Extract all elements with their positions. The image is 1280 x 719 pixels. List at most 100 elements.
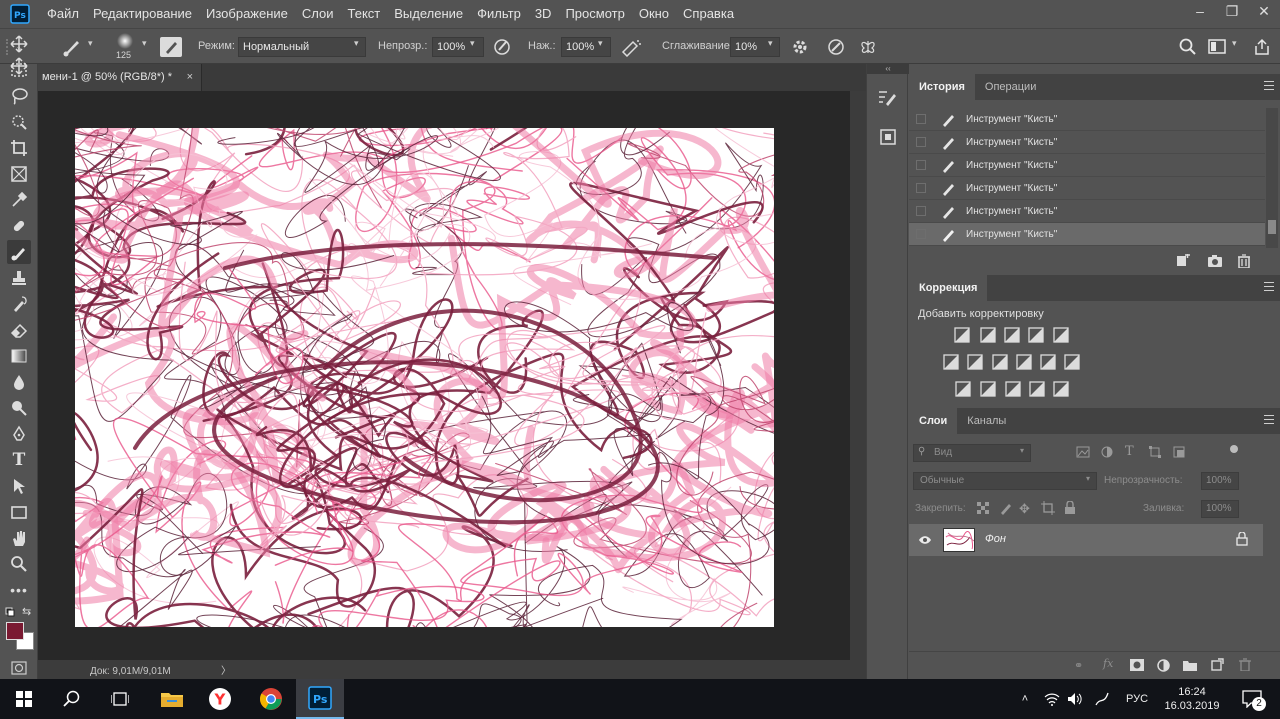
filter-type-icon[interactable]: T	[1125, 444, 1134, 459]
eraser-icon[interactable]	[9, 320, 29, 340]
zoom-icon[interactable]	[9, 554, 29, 574]
menu-select[interactable]: Выделение	[387, 0, 470, 28]
brush-settings-icon[interactable]	[877, 88, 899, 111]
eye-visibility-icon[interactable]	[918, 534, 932, 548]
photoshop-taskbar-icon[interactable]: Ps	[296, 679, 344, 719]
yandex-browser-icon[interactable]: Y	[196, 679, 244, 719]
restore-icon[interactable]: ❐	[1216, 0, 1248, 22]
frame-tool-icon[interactable]	[9, 164, 29, 184]
new-document-from-state-icon[interactable]	[1175, 253, 1191, 271]
fill-field[interactable]: 100%	[1201, 500, 1239, 518]
add-mask-icon[interactable]	[1130, 659, 1144, 674]
tab-actions[interactable]: Операции	[975, 74, 1046, 100]
history-checkbox[interactable]	[916, 206, 926, 216]
rectangle-shape-icon[interactable]	[9, 502, 29, 522]
lasso-icon[interactable]	[9, 86, 29, 106]
history-item[interactable]: Инструмент "Кисть"	[909, 131, 1265, 154]
search-icon[interactable]	[48, 679, 96, 719]
file-explorer-icon[interactable]	[148, 679, 196, 719]
history-item[interactable]: Инструмент "Кисть"	[909, 154, 1265, 177]
chevron-down-icon[interactable]: ▾	[1232, 38, 1237, 49]
symmetry-butterfly-icon[interactable]	[858, 37, 878, 60]
brush-tool-icon[interactable]	[7, 240, 31, 264]
opacity-field[interactable]: 100%	[432, 37, 484, 57]
brush-tool-preset-icon[interactable]	[60, 35, 84, 62]
canvas[interactable]	[75, 128, 774, 627]
menu-image[interactable]: Изображение	[199, 0, 295, 28]
lock-artboard-icon[interactable]	[1041, 501, 1055, 518]
tray-chevron-up-icon[interactable]: ˄	[1014, 679, 1036, 719]
close-icon[interactable]: ✕	[1248, 0, 1280, 22]
crop-icon[interactable]	[9, 138, 29, 158]
history-checkbox[interactable]	[916, 229, 926, 239]
gradient-map-icon[interactable]	[1053, 381, 1069, 397]
new-group-folder-icon[interactable]	[1183, 659, 1197, 674]
new-adjustment-layer-icon[interactable]	[1157, 659, 1170, 675]
gradient-icon[interactable]	[9, 346, 29, 366]
rectangular-marquee-icon[interactable]	[9, 60, 29, 80]
filter-smart-object-icon[interactable]	[1173, 446, 1185, 461]
tab-adjustments[interactable]: Коррекция	[909, 275, 988, 301]
language-indicator[interactable]: РУС	[1120, 679, 1154, 719]
pen-tool-icon[interactable]	[9, 424, 29, 444]
document-tab[interactable]: мени-1 @ 50% (RGB/8*) * ×	[38, 64, 202, 91]
healing-brush-icon[interactable]	[9, 216, 29, 236]
exposure-icon[interactable]	[1028, 327, 1044, 343]
pressure-field[interactable]: 100%	[561, 37, 611, 57]
close-icon[interactable]: ×	[187, 64, 193, 91]
menu-window[interactable]: Окно	[632, 0, 676, 28]
brush-panel-toggle-icon[interactable]	[160, 37, 182, 57]
lock-all-icon[interactable]	[1064, 500, 1076, 518]
lock-pixels-brush-icon[interactable]	[999, 501, 1013, 518]
filter-shape-icon[interactable]	[1149, 446, 1161, 461]
curves-icon[interactable]	[1004, 327, 1020, 343]
lock-position-icon[interactable]: ✥	[1019, 501, 1030, 517]
history-checkbox[interactable]	[916, 114, 926, 124]
airbrush-icon[interactable]	[620, 37, 642, 60]
history-item[interactable]: Инструмент "Кисть"	[909, 177, 1265, 200]
posterize-icon[interactable]	[980, 381, 996, 397]
blur-drop-icon[interactable]	[9, 372, 29, 392]
chevron-down-icon[interactable]: ▾	[768, 38, 773, 49]
scrollbar-thumb[interactable]	[1268, 220, 1276, 234]
menu-edit[interactable]: Редактирование	[86, 0, 199, 28]
menu-type[interactable]: Текст	[341, 0, 388, 28]
menu-view[interactable]: Просмотр	[558, 0, 631, 28]
move-tool-icon[interactable]	[9, 34, 29, 54]
channel-mixer-icon[interactable]	[1040, 354, 1056, 370]
history-checkbox[interactable]	[916, 183, 926, 193]
clock[interactable]: 16:24 16.03.2019	[1156, 679, 1228, 719]
black-white-icon[interactable]	[992, 354, 1008, 370]
trash-icon[interactable]	[1239, 658, 1251, 674]
collapse-chevrons-icon[interactable]: ‹‹	[867, 64, 909, 74]
menu-layers[interactable]: Слои	[295, 0, 341, 28]
filter-adjustment-icon[interactable]	[1101, 446, 1113, 461]
clone-source-icon[interactable]	[877, 126, 899, 151]
notifications-icon[interactable]: 2	[1232, 679, 1272, 719]
wifi-icon[interactable]	[1040, 679, 1064, 719]
tab-history[interactable]: История	[909, 74, 975, 100]
blend-mode-select[interactable]: Обычные ▾	[913, 472, 1097, 490]
swap-colors-icon[interactable]: ⇆	[22, 605, 31, 618]
menu-filter[interactable]: Фильтр	[470, 0, 528, 28]
tab-layers[interactable]: Слои	[909, 408, 958, 434]
hand-tool-icon[interactable]	[9, 528, 29, 548]
chevron-down-icon[interactable]: ▾	[598, 38, 603, 49]
windows-start-icon[interactable]	[0, 679, 48, 719]
path-selection-icon[interactable]	[9, 476, 29, 496]
layer-filter-select[interactable]: ⚲ Вид ▾	[913, 444, 1031, 462]
invert-icon[interactable]	[955, 381, 971, 397]
snapshot-camera-icon[interactable]	[1207, 254, 1223, 271]
vertical-scrollbar[interactable]	[850, 91, 866, 660]
chevron-down-icon[interactable]: ▾	[88, 38, 93, 49]
type-tool-icon[interactable]: T	[9, 450, 29, 470]
eyedropper-icon[interactable]	[9, 190, 29, 210]
history-brush-icon[interactable]	[9, 294, 29, 314]
vibrance-icon[interactable]	[1053, 327, 1069, 343]
lock-transparent-icon[interactable]	[977, 502, 989, 517]
menu-3d[interactable]: 3D	[528, 0, 559, 28]
chevron-down-icon[interactable]: ▾	[470, 38, 475, 49]
panel-menu-icon[interactable]	[1264, 81, 1274, 90]
foreground-color-swatch[interactable]	[6, 622, 24, 640]
minimize-icon[interactable]: –	[1184, 0, 1216, 22]
